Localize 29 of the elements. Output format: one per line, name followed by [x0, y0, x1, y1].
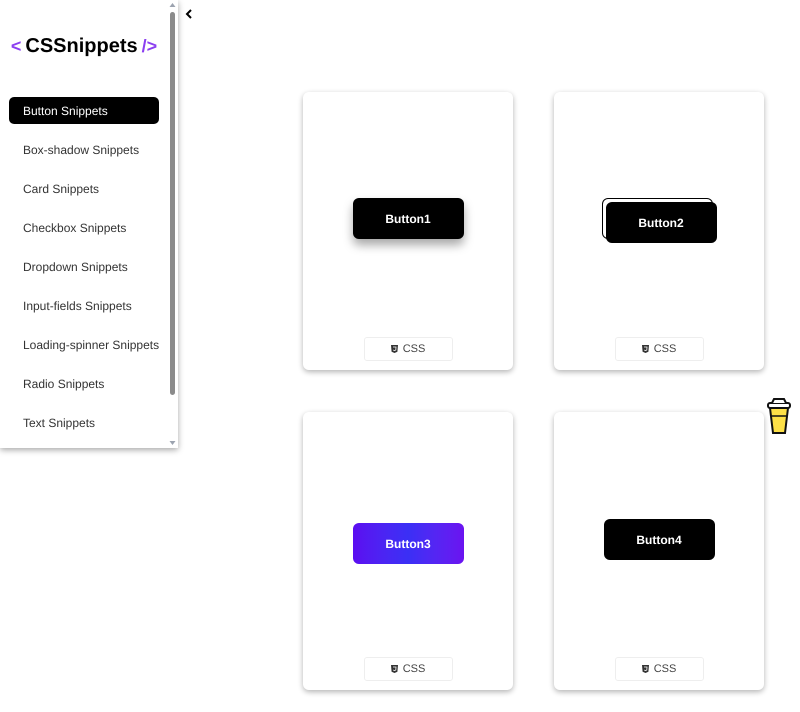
- sidebar-item[interactable]: Text Snippets: [9, 409, 159, 436]
- logo-bracket: <: [10, 35, 22, 58]
- shield-icon: [390, 665, 398, 673]
- shield-icon: [390, 345, 398, 353]
- demo-button[interactable]: Button3: [352, 523, 464, 564]
- sidebar-item[interactable]: Loading-spinner Snippets: [9, 331, 159, 358]
- logo-text: CSSnippets: [25, 34, 138, 59]
- css-tab[interactable]: CSS: [614, 337, 704, 361]
- sidebar-item[interactable]: Box-shadow Snippets: [9, 136, 159, 163]
- css-tab[interactable]: CSS: [364, 337, 452, 361]
- shield-icon: [642, 345, 649, 353]
- scroll-up-icon[interactable]: [169, 2, 176, 8]
- chevron-left-icon[interactable]: [185, 9, 193, 19]
- css-tab[interactable]: CSS: [364, 657, 452, 681]
- demo-button[interactable]: Button2: [606, 202, 716, 243]
- cup-icon[interactable]: [766, 398, 792, 435]
- sidebar-item[interactable]: Card Snippets: [9, 175, 159, 202]
- sidebar-item[interactable]: Button Snippets: [9, 97, 159, 124]
- css-tab[interactable]: CSS: [614, 657, 704, 681]
- shield-icon: [642, 665, 649, 673]
- demo-button[interactable]: Button1: [352, 198, 464, 239]
- scroll-down-icon[interactable]: [169, 440, 176, 446]
- sidebar-item[interactable]: Checkbox Snippets: [9, 214, 159, 241]
- scrollbar-thumb[interactable]: [170, 12, 175, 395]
- demo-button[interactable]: Button4: [604, 519, 714, 560]
- logo-bracket: />: [142, 35, 158, 58]
- sidebar-item[interactable]: Dropdown Snippets: [9, 253, 159, 280]
- sidebar-item[interactable]: Radio Snippets: [9, 370, 159, 397]
- sidebar-item[interactable]: Input-fields Snippets: [9, 292, 159, 319]
